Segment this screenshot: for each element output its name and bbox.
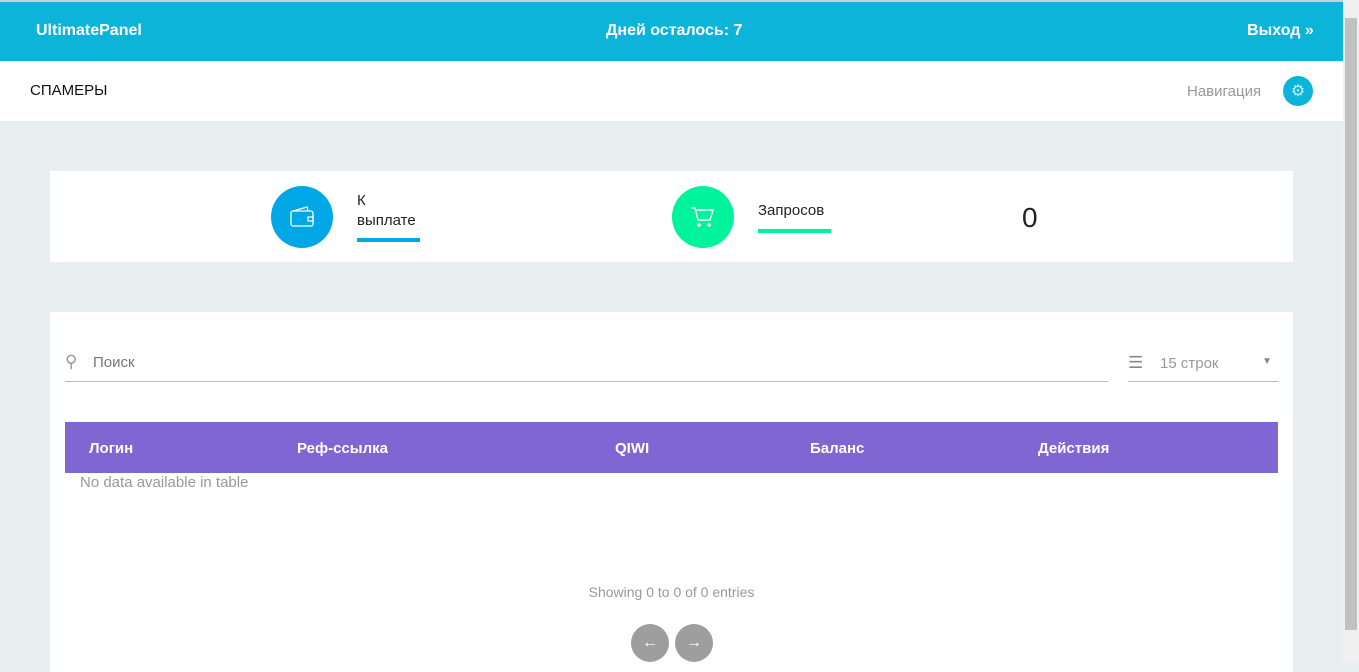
stats-card: К выплате Запросов 0 [50, 171, 1293, 262]
table-card: ⚲ Поиск ☰ 15 строк ▼ Логин Реф-ссылка QI… [50, 312, 1293, 672]
col-actions[interactable]: Действия [1038, 440, 1109, 457]
stat-requests-label: Запросов [758, 202, 825, 219]
col-balance[interactable]: Баланс [810, 440, 864, 457]
prev-page-button[interactable]: ← [631, 624, 669, 662]
wallet-icon [271, 186, 333, 248]
col-ref-link[interactable]: Реф-ссылка [297, 440, 388, 457]
payout-underline [357, 238, 420, 242]
cart-icon [672, 186, 734, 248]
scrollbar-thumb[interactable] [1345, 18, 1357, 630]
page-title: СПАМЕРЫ [30, 82, 108, 99]
sub-header: СПАМЕРЫ Навигация ⚙ [0, 61, 1343, 121]
stat-requests-value: 0 [1022, 202, 1038, 233]
logout-link[interactable]: Выход » [1247, 22, 1314, 40]
top-bar: UltimatePanel Дней осталось: 7 Выход » [0, 0, 1343, 61]
days-left: Дней осталось: 7 [606, 22, 743, 39]
requests-underline [758, 229, 831, 233]
menu-icon: ☰ [1128, 353, 1144, 372]
chevron-down-icon: ▼ [1262, 356, 1272, 367]
search-input[interactable]: Поиск [93, 354, 135, 371]
col-login[interactable]: Логин [89, 440, 133, 457]
table-info: Showing 0 to 0 of 0 entries [588, 584, 755, 600]
col-qiwi[interactable]: QIWI [615, 440, 649, 457]
rows-select[interactable]: ☰ 15 строк ▼ [1128, 352, 1278, 382]
gear-icon[interactable]: ⚙ [1283, 76, 1313, 106]
brand-logo[interactable]: UltimatePanel [36, 22, 142, 40]
table-header: Логин Реф-ссылка QIWI Баланс Действия [65, 422, 1278, 473]
search-icon: ⚲ [65, 352, 78, 371]
empty-message: No data available in table [80, 474, 249, 491]
navigation-link[interactable]: Навигация [1187, 83, 1261, 100]
rows-select-value: 15 строк [1160, 355, 1219, 372]
search-field[interactable]: ⚲ Поиск [65, 352, 1108, 382]
stat-payout-label: К выплате [357, 192, 416, 229]
next-page-button[interactable]: → [675, 624, 713, 662]
scrollbar[interactable] [1343, 0, 1359, 663]
